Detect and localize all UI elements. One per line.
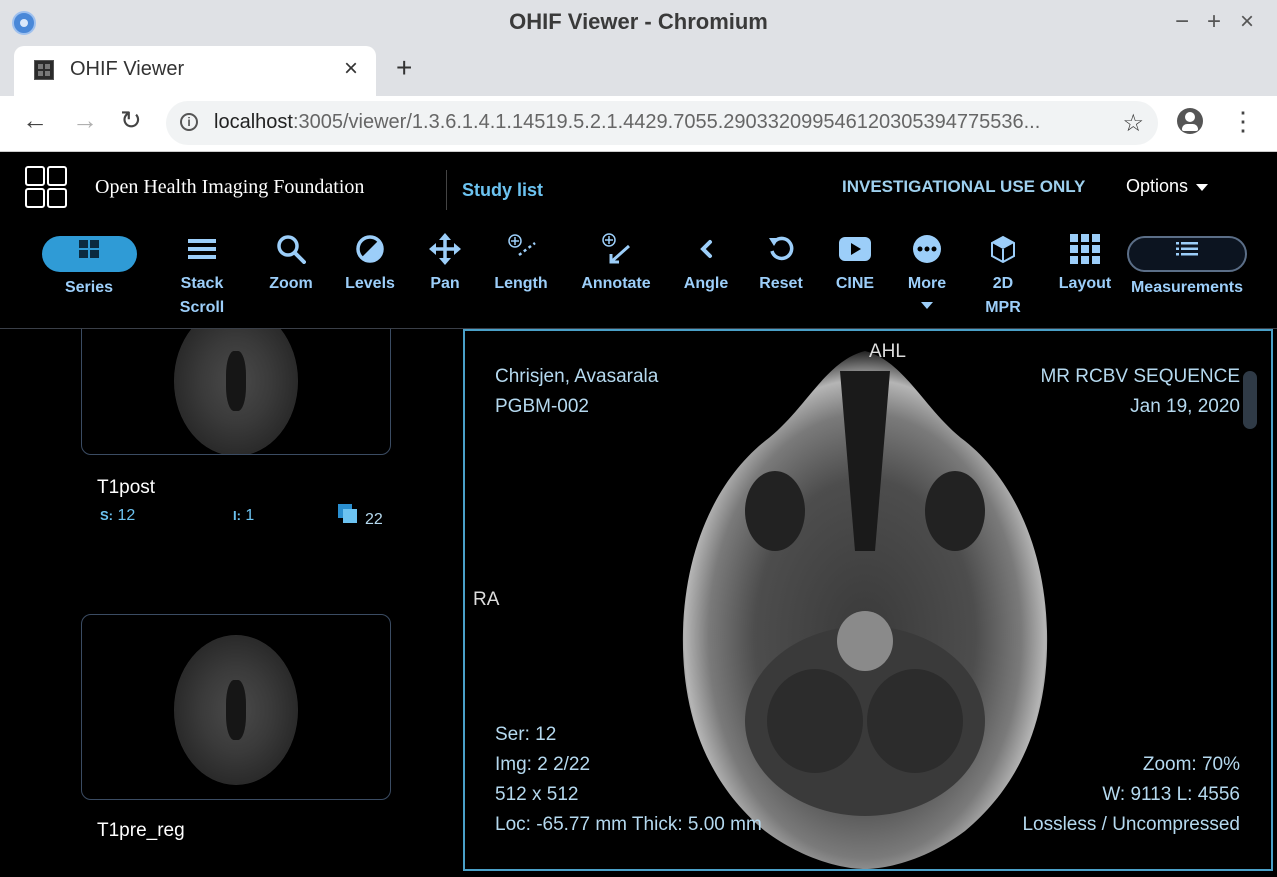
options-menu[interactable]: Options bbox=[1126, 176, 1209, 197]
tab-close-button[interactable]: × bbox=[344, 55, 358, 83]
window-level-readout: W: 9113 L: 4556 bbox=[1102, 784, 1240, 805]
stack-scroll-label-2: Scroll bbox=[179, 299, 225, 316]
mri-axial-image bbox=[682, 351, 1048, 869]
zoom-tool[interactable]: Zoom bbox=[246, 226, 336, 296]
brand-name[interactable]: Open Health Imaging Foundation bbox=[95, 176, 364, 199]
series-thumbnail-t1post[interactable] bbox=[81, 329, 391, 455]
compression-info: Lossless / Uncompressed bbox=[1022, 814, 1240, 835]
bars-icon bbox=[157, 226, 247, 272]
stack-scroll-label-1: Stack bbox=[180, 275, 224, 292]
url-path: :3005/viewer/1.3.6.1.4.1.14519.5.2.1.442… bbox=[292, 111, 1041, 133]
grid-icon bbox=[44, 226, 134, 272]
toolbar: Series Stack Scroll Zoom Levels Pan Leng… bbox=[0, 226, 1277, 329]
image-stack-icon bbox=[338, 504, 358, 524]
layout-label: Layout bbox=[1058, 275, 1112, 292]
series-s-value: 12 bbox=[117, 507, 136, 524]
back-arrow-icon[interactable]: ← bbox=[22, 105, 48, 136]
mpr-tool[interactable]: 2D MPR bbox=[958, 226, 1048, 320]
browser-menu-icon[interactable]: ⋮ bbox=[1230, 106, 1256, 137]
ohif-app: Open Health Imaging Foundation Study lis… bbox=[0, 152, 1277, 877]
url-field[interactable]: i localhost:3005/viewer/1.3.6.1.4.1.1451… bbox=[166, 101, 1158, 145]
image-viewport[interactable]: AHL RA Chrisjen, Avasarala PGBM-002 MR R… bbox=[463, 329, 1273, 871]
caret-down-icon bbox=[1196, 183, 1209, 191]
zoom-readout: Zoom: 70% bbox=[1142, 754, 1240, 775]
ruler-icon bbox=[476, 226, 566, 272]
window-title: OHIF Viewer - Chromium bbox=[509, 9, 768, 34]
instance-number: I: 1 bbox=[233, 507, 254, 525]
close-window-button[interactable]: × bbox=[1240, 8, 1254, 36]
location-thickness: Loc: -65.77 mm Thick: 5.00 mm bbox=[495, 814, 762, 835]
ohif-logo-icon[interactable] bbox=[25, 166, 69, 210]
cube-icon bbox=[958, 226, 1048, 272]
window-titlebar: OHIF Viewer - Chromium − + × bbox=[0, 0, 1277, 47]
magnifier-icon bbox=[246, 226, 336, 272]
series-i-value: 1 bbox=[245, 507, 255, 524]
minimize-button[interactable]: − bbox=[1175, 8, 1189, 36]
mpr-label-2: MPR bbox=[985, 299, 1021, 316]
image-scrollbar[interactable] bbox=[1243, 371, 1257, 429]
maximize-button[interactable]: + bbox=[1207, 8, 1221, 36]
zoom-label: Zoom bbox=[269, 275, 313, 292]
patient-name: Chrisjen, Avasarala bbox=[495, 366, 659, 387]
stack-scroll-tool[interactable]: Stack Scroll bbox=[157, 226, 247, 320]
series-number: S: 12 bbox=[100, 507, 135, 525]
new-tab-button[interactable]: + bbox=[396, 52, 412, 84]
series-info: Ser: 12 bbox=[495, 724, 557, 745]
app-header: Open Health Imaging Foundation Study lis… bbox=[0, 152, 1277, 226]
series-thumbnail-t1pre-reg[interactable] bbox=[81, 614, 391, 800]
series-name: T1post bbox=[97, 477, 156, 498]
length-tool[interactable]: Length bbox=[476, 226, 566, 296]
series-tool[interactable]: Series bbox=[44, 226, 134, 300]
orientation-left: RA bbox=[473, 589, 500, 610]
tab-strip: OHIF Viewer × + bbox=[0, 46, 1277, 96]
options-label: Options bbox=[1126, 176, 1189, 196]
address-bar: ← → ↻ i localhost:3005/viewer/1.3.6.1.4.… bbox=[0, 96, 1277, 152]
series-description: MR RCBV SEQUENCE bbox=[1040, 366, 1240, 387]
tab-title: OHIF Viewer bbox=[70, 58, 185, 80]
series-name: T1pre_reg bbox=[97, 820, 185, 841]
image-info: Img: 2 2/22 bbox=[495, 754, 591, 775]
layout-grid-icon bbox=[1040, 226, 1130, 272]
url-text: localhost:3005/viewer/1.3.6.1.4.1.14519.… bbox=[214, 111, 1040, 134]
account-icon[interactable] bbox=[1177, 108, 1203, 134]
series-s-label: S: bbox=[100, 508, 113, 523]
more-caret-icon bbox=[921, 302, 933, 309]
series-panel: T1post S: 12 I: 1 22 T1pre_reg bbox=[0, 329, 460, 877]
brain-thumbnail-image bbox=[174, 635, 298, 785]
annotate-label: Annotate bbox=[581, 275, 651, 292]
investigational-notice: INVESTIGATIONAL USE ONLY bbox=[842, 177, 1086, 196]
measurements-tool[interactable]: Measurements bbox=[1122, 226, 1252, 300]
forward-arrow-icon[interactable]: → bbox=[72, 105, 98, 136]
study-date: Jan 19, 2020 bbox=[1130, 396, 1240, 417]
study-list-link[interactable]: Study list bbox=[462, 180, 543, 201]
brain-thumbnail-image bbox=[174, 329, 298, 454]
series-label: Series bbox=[64, 279, 114, 296]
image-count: 22 bbox=[365, 511, 383, 528]
length-label: Length bbox=[494, 275, 548, 292]
ohif-favicon-icon bbox=[34, 60, 54, 80]
image-dimensions: 512 x 512 bbox=[495, 784, 579, 805]
mpr-label-1: 2D bbox=[992, 275, 1014, 292]
header-divider bbox=[446, 170, 447, 210]
orientation-top: AHL bbox=[869, 341, 906, 362]
patient-id: PGBM-002 bbox=[495, 396, 589, 417]
annotate-tool[interactable]: Annotate bbox=[571, 226, 661, 296]
bookmark-star-icon[interactable]: ☆ bbox=[1122, 109, 1144, 138]
url-host: localhost bbox=[214, 111, 293, 133]
site-info-icon[interactable]: i bbox=[180, 113, 198, 131]
annotate-arrow-icon bbox=[571, 226, 661, 272]
browser-tab[interactable]: OHIF Viewer × bbox=[14, 46, 376, 96]
series-i-label: I: bbox=[233, 508, 241, 523]
list-icon bbox=[1122, 226, 1252, 272]
reload-icon[interactable]: ↻ bbox=[120, 105, 142, 136]
measurements-label: Measurements bbox=[1130, 279, 1244, 296]
layout-tool[interactable]: Layout bbox=[1040, 226, 1130, 296]
